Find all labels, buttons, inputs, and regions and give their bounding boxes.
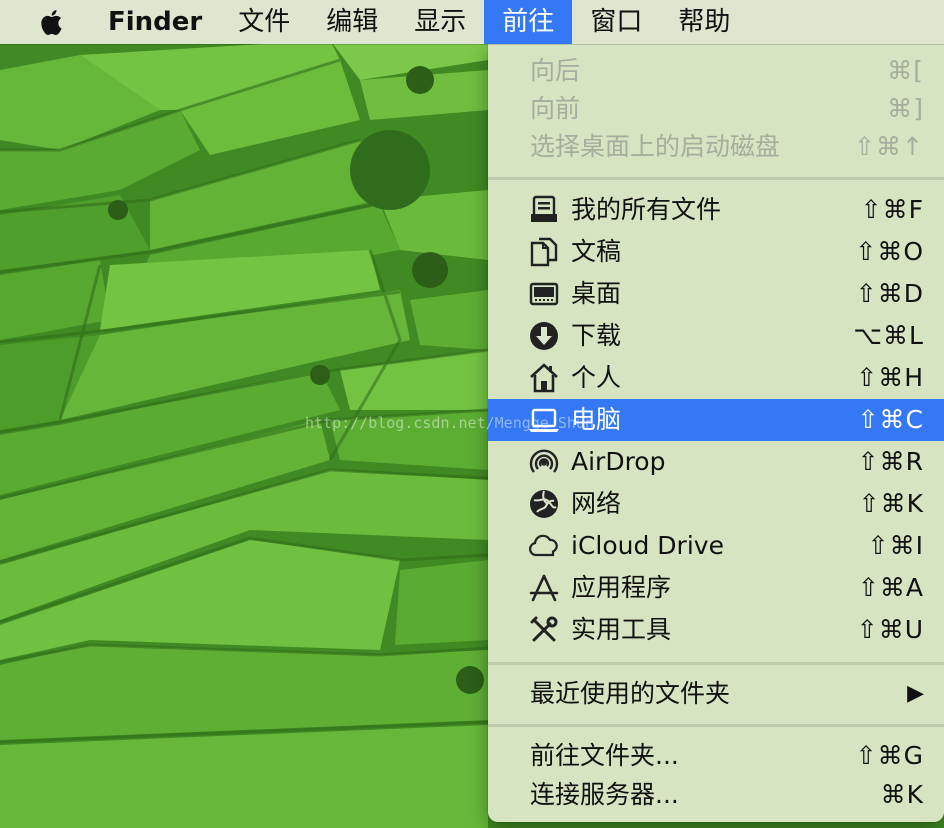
shortcut: ⇧⌘F <box>860 195 924 224</box>
triangle-right-icon: ▶ <box>907 681 924 706</box>
shortcut: ⇧⌘A <box>857 573 924 602</box>
menu-item-label: 向后 <box>530 56 581 85</box>
menu-item-label: 文稿 <box>571 237 622 266</box>
menu-item-label: 向前 <box>530 94 581 123</box>
menu-item-label: 实用工具 <box>571 615 672 644</box>
menu-item-desktop[interactable]: 桌面 ⇧⌘D <box>488 273 944 315</box>
menu-edit[interactable]: 编辑 <box>308 0 396 44</box>
shortcut: ⇧⌘H <box>856 363 924 392</box>
menu-item-label: AirDrop <box>571 447 666 476</box>
menu-separator <box>488 662 944 665</box>
shortcut: ⇧⌘O <box>855 237 924 266</box>
menu-item-label: 网络 <box>571 489 622 518</box>
shortcut: ⇧⌘I <box>867 531 924 560</box>
shortcut: ⇧⌘G <box>855 741 924 770</box>
menu-item-airdrop[interactable]: AirDrop ⇧⌘R <box>488 441 944 483</box>
go-menu-dropdown: 向后 ⌘[ 向前 ⌘] 选择桌面上的启动磁盘 ⇧⌘↑ 我的所有文件 ⇧⌘F 文稿… <box>488 44 944 822</box>
shortcut: ⇧⌘R <box>857 447 924 476</box>
menu-view[interactable]: 显示 <box>396 0 484 44</box>
menu-item-label: 前往文件夹... <box>530 741 679 770</box>
shortcut: ⇧⌘U <box>856 615 924 644</box>
apple-logo-icon[interactable] <box>38 6 68 38</box>
menu-item-connect-server[interactable]: 连接服务器... ⌘K <box>488 774 944 816</box>
menu-item-label: 下载 <box>571 321 622 350</box>
menu-separator <box>488 724 944 727</box>
menu-item-go-to-folder[interactable]: 前往文件夹... ⇧⌘G <box>488 735 944 777</box>
shortcut: ⌘[ <box>887 56 924 85</box>
menu-item-back: 向后 ⌘[ <box>488 50 944 92</box>
airdrop-icon <box>528 446 560 478</box>
menu-help[interactable]: 帮助 <box>660 0 748 44</box>
menu-app-finder[interactable]: Finder <box>96 0 220 44</box>
menu-item-all-my-files[interactable]: 我的所有文件 ⇧⌘F <box>488 189 944 231</box>
shortcut: ⇧⌘↑ <box>854 132 924 161</box>
menu-item-label: 选择桌面上的启动磁盘 <box>530 132 781 161</box>
menu-item-label: 个人 <box>571 363 622 392</box>
applications-icon <box>528 572 560 604</box>
menu-item-documents[interactable]: 文稿 ⇧⌘O <box>488 231 944 273</box>
menu-item-label: 连接服务器... <box>530 780 679 809</box>
shortcut: ⇧⌘C <box>857 405 924 434</box>
menu-separator <box>488 177 944 180</box>
menu-item-label: 我的所有文件 <box>571 195 722 224</box>
menu-item-forward: 向前 ⌘] <box>488 88 944 130</box>
documents-icon <box>528 236 560 268</box>
menu-item-home[interactable]: 个人 ⇧⌘H <box>488 357 944 399</box>
menu-item-icloud-drive[interactable]: iCloud Drive ⇧⌘I <box>488 525 944 567</box>
menu-item-label: iCloud Drive <box>571 531 724 560</box>
downloads-icon <box>528 320 560 352</box>
menu-item-startup-disk: 选择桌面上的启动磁盘 ⇧⌘↑ <box>488 126 944 168</box>
menu-item-recent-folders[interactable]: 最近使用的文件夹 ▶ <box>488 673 944 715</box>
all-files-icon <box>528 194 560 226</box>
shortcut: ⌘K <box>880 780 924 809</box>
watermark-text: http://blog.csdn.net/Mengge_Shun <box>305 414 594 432</box>
menu-bar: Finder 文件 编辑 显示 前往 窗口 帮助 <box>0 0 944 44</box>
utilities-icon <box>528 614 560 646</box>
shortcut: ⌘] <box>887 94 924 123</box>
shortcut: ⇧⌘D <box>855 279 924 308</box>
menu-item-label: 最近使用的文件夹 <box>530 679 731 708</box>
menu-file[interactable]: 文件 <box>220 0 308 44</box>
menu-window[interactable]: 窗口 <box>572 0 660 44</box>
desktop-icon <box>528 278 560 310</box>
menu-item-utilities[interactable]: 实用工具 ⇧⌘U <box>488 609 944 651</box>
menu-item-network[interactable]: 网络 ⇧⌘K <box>488 483 944 525</box>
shortcut: ⇧⌘K <box>858 489 924 518</box>
home-icon <box>528 362 560 394</box>
network-icon <box>528 488 560 520</box>
shortcut: ⌥⌘L <box>853 321 924 350</box>
menu-go[interactable]: 前往 <box>484 0 573 44</box>
menu-item-label: 应用程序 <box>571 573 672 602</box>
menu-item-label: 桌面 <box>571 279 622 308</box>
icloud-icon <box>528 530 560 562</box>
menu-item-applications[interactable]: 应用程序 ⇧⌘A <box>488 567 944 609</box>
menu-item-downloads[interactable]: 下载 ⌥⌘L <box>488 315 944 357</box>
